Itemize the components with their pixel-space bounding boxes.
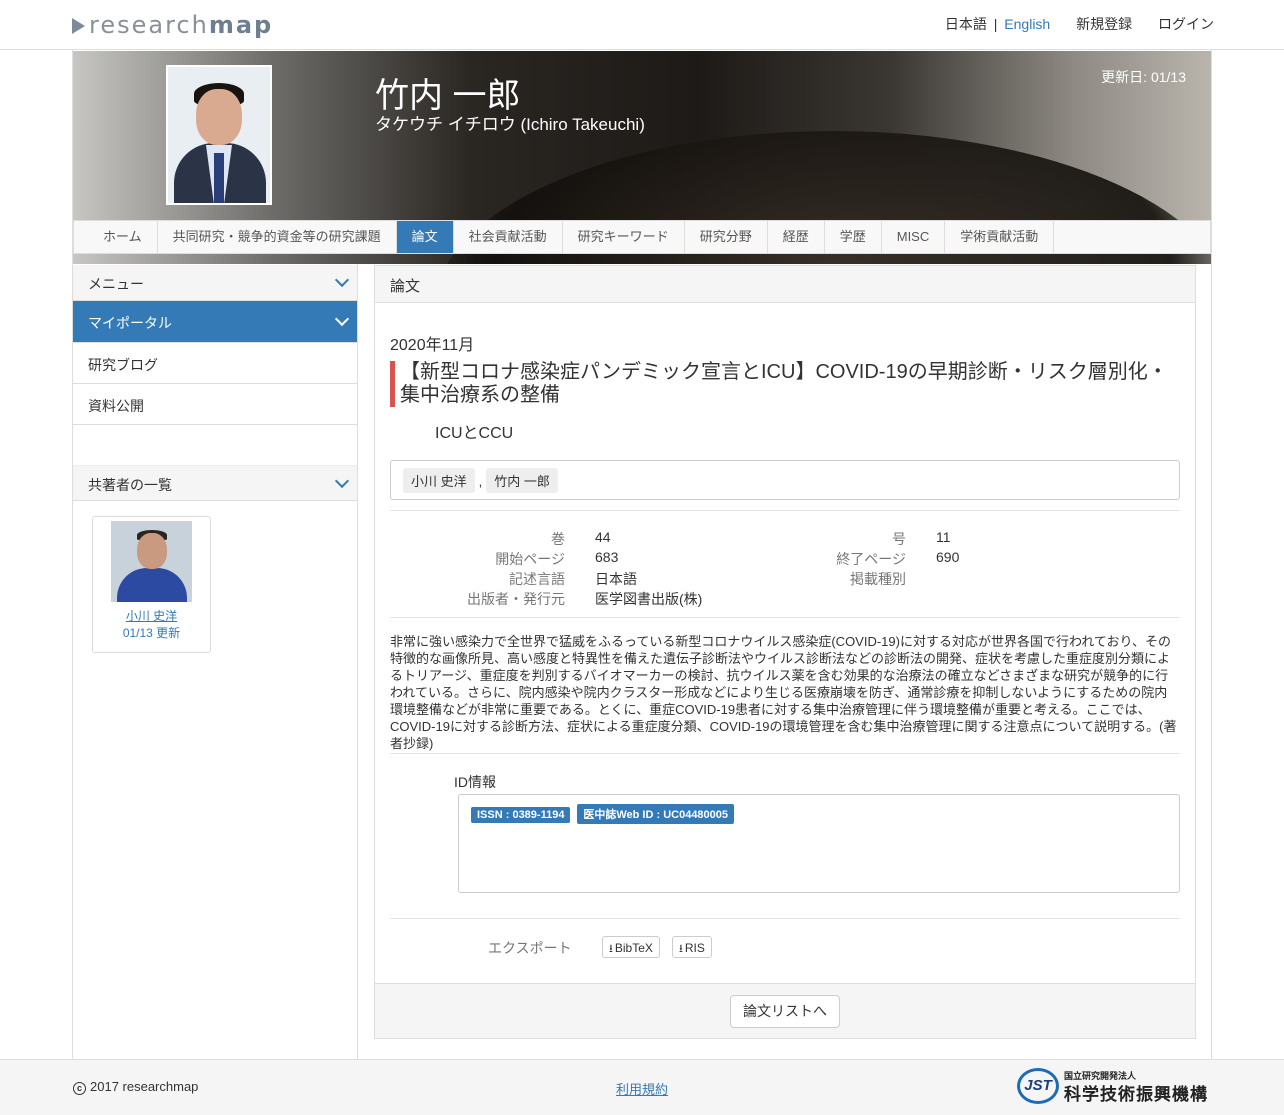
copyright: c 2017 researchmap (73, 1079, 198, 1095)
top-bar: researchmap 日本語 | English 新規登録 ログイン (0, 0, 1284, 50)
tab-social-contribution[interactable]: 社会貢献活動 (454, 221, 563, 253)
end-page-label: 終了ページ (836, 551, 906, 567)
author-chip[interactable]: 竹内 一郎 (486, 468, 558, 493)
tab-research-areas[interactable]: 研究分野 (685, 221, 768, 253)
authors-box: 小川 史洋, 竹内 一郎 (390, 460, 1180, 500)
login-link[interactable]: ログイン (1158, 16, 1214, 32)
sidebar-item-documents[interactable]: 資料公開 (73, 384, 357, 425)
profile-avatar (166, 65, 272, 205)
logo-text: research (89, 11, 209, 39)
jst-title: 科学技術振興機構 (1064, 1085, 1208, 1104)
chevron-down-icon (334, 272, 350, 288)
researcher-kana: タケウチ イチロウ (Ichiro Takeuchi) (375, 115, 645, 134)
sidebar-menu-header[interactable]: メニュー (73, 265, 357, 301)
publisher-label: 出版者・発行元 (467, 591, 565, 607)
export-ris-label: RIS (684, 941, 705, 955)
lang-ja-link[interactable]: 日本語 (945, 16, 987, 32)
tab-education[interactable]: 学歴 (825, 221, 882, 253)
coauthor-card: 小川 史洋 01/13 更新 (92, 516, 211, 653)
coauthor-updated: 01/13 更新 (122, 626, 181, 640)
profile-tabs: ホーム 共同研究・競争的資金等の研究課題 論文 社会貢献活動 研究キーワード 研… (73, 220, 1211, 254)
lang-separator: | (993, 16, 998, 32)
paper-title: 【新型コロナ感染症パンデミック宣言とICU】COVID-19の早期診断・リスク層… (400, 361, 1168, 406)
tab-home[interactable]: ホーム (74, 221, 158, 253)
sidebar-item-my-portal[interactable]: マイポータル (73, 301, 357, 343)
export-ris-button[interactable]: ⭳ RIS (672, 936, 712, 958)
language-label: 記述言語 (509, 571, 565, 587)
author-separator: , (478, 474, 483, 489)
updated-date: 更新日: 01/13 (1101, 69, 1186, 85)
divider (390, 918, 1180, 919)
export-label: エクスポート (488, 940, 572, 956)
language-value: 日本語 (595, 571, 637, 587)
sidebar-divider (357, 264, 358, 1060)
download-icon: ⭳ (679, 943, 683, 955)
issue-label: 号 (892, 531, 906, 547)
coauthors-title: 共著者の一覧 (88, 477, 172, 493)
id-info-box: ISSN : 0389-1194 医中誌Web ID : UC04480005 (458, 794, 1180, 893)
volume-label: 巻 (551, 531, 565, 547)
tab-misc[interactable]: MISC (882, 221, 946, 253)
copyright-icon: c (73, 1082, 86, 1095)
author-chip[interactable]: 小川 史洋 (403, 468, 475, 493)
jst-logo[interactable]: JST 国立研究開発法人 科学技術振興機構 (1017, 1068, 1212, 1104)
register-link[interactable]: 新規登録 (1076, 16, 1132, 32)
coauthor-avatar[interactable] (111, 521, 192, 602)
sidebar-item-label: 資料公開 (88, 398, 144, 414)
sidebar-coauthors-header[interactable]: 共著者の一覧 (73, 465, 357, 501)
lang-en-link[interactable]: English (1004, 16, 1050, 32)
sidebar-menu-label: メニュー (88, 276, 144, 292)
export-bibtex-button[interactable]: ⭳ BibTeX (602, 936, 660, 958)
end-page-value: 690 (936, 549, 960, 565)
chevron-down-icon (334, 311, 350, 327)
issn-tag[interactable]: ISSN : 0389-1194 (471, 807, 571, 823)
coauthor-name-link[interactable]: 小川 史洋 (93, 607, 210, 624)
paper-list-button[interactable]: 論文リストへ (730, 995, 840, 1028)
copyright-text: 2017 researchmap (90, 1079, 199, 1094)
tab-research-projects[interactable]: 共同研究・競争的資金等の研究課題 (158, 221, 397, 253)
start-page-value: 683 (595, 549, 619, 565)
terms-link[interactable]: 利用規約 (616, 1079, 668, 1098)
divider (390, 753, 1180, 754)
researchmap-logo[interactable]: researchmap (72, 11, 273, 39)
logo-text-bold: map (208, 11, 274, 39)
publication-type-label: 掲載種別 (850, 571, 906, 587)
tab-papers[interactable]: 論文 (396, 221, 454, 253)
sidebar-item-label: 研究ブログ (88, 357, 158, 373)
title-accent-bar (390, 361, 395, 407)
sidebar-item-label: マイポータル (88, 315, 172, 331)
divider (390, 617, 1180, 618)
paper-journal: ICUとCCU (435, 425, 514, 442)
paper-date: 2020年11月 (390, 337, 475, 354)
tab-research-keywords[interactable]: 研究キーワード (563, 221, 685, 253)
paper-abstract: 非常に強い感染力で全世界で猛威をふるっている新型コロナウイルス感染症(COVID… (390, 634, 1177, 751)
volume-value: 44 (595, 529, 611, 545)
issue-value: 11 (936, 529, 951, 545)
id-info-label: ID情報 (454, 774, 496, 790)
export-bibtex-label: BibTeX (614, 941, 653, 955)
tab-academic-contribution[interactable]: 学術貢献活動 (945, 221, 1055, 253)
download-icon: ⭳ (609, 943, 613, 955)
chevron-down-icon (334, 473, 350, 489)
start-page-label: 開始ページ (495, 551, 565, 567)
divider (390, 510, 1180, 511)
ichushi-id-tag[interactable]: 医中誌Web ID : UC04480005 (577, 804, 735, 824)
play-icon (72, 18, 85, 34)
top-nav: 日本語 | English 新規登録 ログイン (945, 14, 1214, 34)
jst-mark-icon: JST (1017, 1068, 1059, 1104)
panel-title: 論文 (375, 266, 1195, 303)
publisher-value: 医学図書出版(株) (595, 591, 703, 607)
tab-career[interactable]: 経歴 (768, 221, 825, 253)
sidebar-item-research-blog[interactable]: 研究ブログ (73, 343, 357, 384)
